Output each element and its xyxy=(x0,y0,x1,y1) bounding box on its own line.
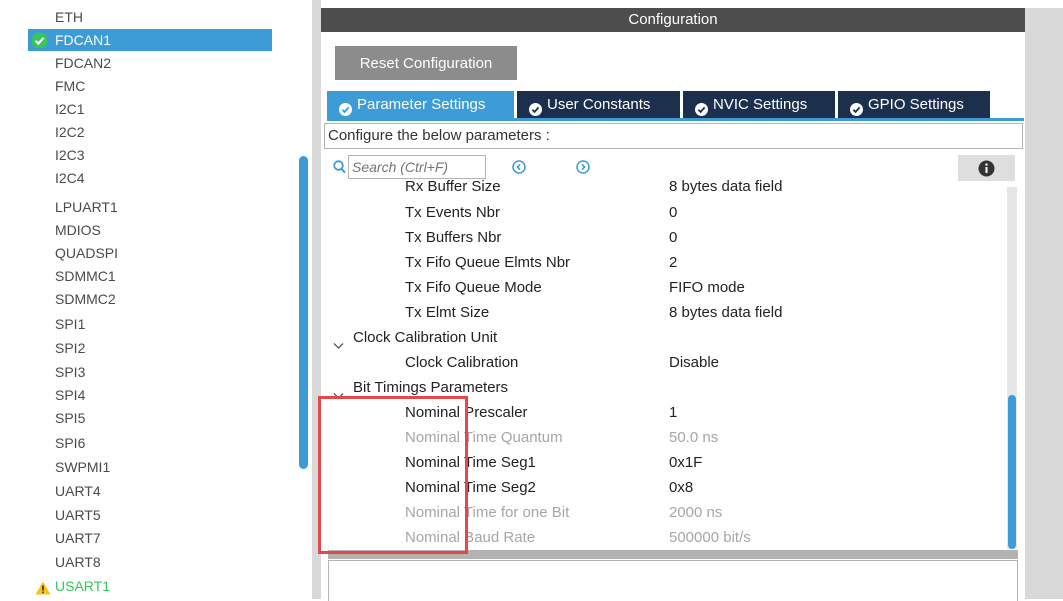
info-icon xyxy=(978,160,995,182)
sidebar-item-eth[interactable]: ETH xyxy=(55,6,83,28)
param-row[interactable]: Clock Calibration Disable xyxy=(321,350,1007,375)
scrollbar-thumb[interactable] xyxy=(1008,395,1016,549)
param-value: 0 xyxy=(669,204,678,221)
sidebar-item-spi6[interactable]: SPI6 xyxy=(55,432,85,454)
param-row[interactable]: Tx Elmt Size 8 bytes data field xyxy=(321,300,1007,325)
tab-gpio-settings[interactable]: GPIO Settings xyxy=(838,91,990,118)
param-label: Rx Buffer Size xyxy=(405,180,501,195)
group-label: Clock Calibration Unit xyxy=(353,329,498,346)
param-row[interactable]: Tx Fifo Queue Mode FIFO mode xyxy=(321,275,1007,300)
check-circle-icon xyxy=(31,32,48,55)
sidebar-item-spi2[interactable]: SPI2 xyxy=(55,337,85,359)
search-icon[interactable] xyxy=(333,160,346,179)
sidebar-item-i2c4[interactable]: I2C4 xyxy=(55,167,85,189)
sidebar-item-fdcan1[interactable]: FDCAN1 xyxy=(28,29,272,51)
sidebar-item-uart8[interactable]: UART8 xyxy=(55,551,101,573)
param-value: 2 xyxy=(669,254,678,271)
parameters-description: Configure the below parameters : xyxy=(324,123,1023,149)
group-clock-calibration-unit[interactable]: Clock Calibration Unit xyxy=(321,325,1007,350)
sidebar-item-uart5[interactable]: UART5 xyxy=(55,504,101,526)
tab-label: Parameter Settings xyxy=(357,96,486,113)
param-value: 50.0 ns xyxy=(669,429,719,446)
reset-configuration-button[interactable]: Reset Configuration xyxy=(335,46,517,80)
warning-triangle-icon xyxy=(35,579,51,601)
configuration-header: Configuration xyxy=(321,8,1025,32)
sidebar-item-spi4[interactable]: SPI4 xyxy=(55,384,85,406)
peripheral-sidebar: ETH FDCAN1 FDCAN2 FMC I2C1 I2C2 I2C3 I2C… xyxy=(0,0,298,599)
sidebar-item-i2c2[interactable]: I2C2 xyxy=(55,121,85,143)
param-label: Tx Buffers Nbr xyxy=(405,229,502,246)
sidebar-item-i2c1[interactable]: I2C1 xyxy=(55,98,85,120)
sidebar-item-usart1[interactable]: USART1 xyxy=(35,575,110,597)
sidebar-item-uart4[interactable]: UART4 xyxy=(55,480,101,502)
sidebar-item-fmc[interactable]: FMC xyxy=(55,75,85,97)
param-value: 8 bytes data field xyxy=(669,180,783,195)
sidebar-item-quadspi[interactable]: QUADSPI xyxy=(55,242,118,264)
param-value: 500000 bit/s xyxy=(669,529,751,546)
parameter-description-box xyxy=(328,560,1018,601)
tab-parameter-settings[interactable]: Parameter Settings xyxy=(327,91,514,118)
right-gutter xyxy=(1025,8,1063,599)
sidebar-item-fdcan2[interactable]: FDCAN2 xyxy=(55,52,111,74)
tab-nvic-settings[interactable]: NVIC Settings xyxy=(683,91,835,118)
param-value: 2000 ns xyxy=(669,504,723,521)
sidebar-item-label: FDCAN1 xyxy=(55,32,112,48)
sidebar-item-sdmmc2[interactable]: SDMMC2 xyxy=(55,288,116,310)
param-value: 8 bytes data field xyxy=(669,304,783,321)
param-label: Clock Calibration xyxy=(405,354,519,371)
search-next-icon[interactable] xyxy=(576,160,590,174)
sidebar-item-label: USART1 xyxy=(55,578,110,594)
param-row[interactable]: Tx Fifo Queue Elmts Nbr 2 xyxy=(321,250,1007,275)
highlight-annotation xyxy=(318,396,468,554)
param-row[interactable]: Rx Buffer Size 8 bytes data field xyxy=(321,180,1007,199)
info-button[interactable] xyxy=(958,155,1015,181)
parameters-scrollbar[interactable] xyxy=(1007,187,1017,549)
search-input[interactable] xyxy=(348,155,486,179)
param-value: 0x1F xyxy=(669,454,703,471)
tab-underline xyxy=(327,118,1024,121)
param-label: Tx Events Nbr xyxy=(405,204,501,221)
sidebar-item-mdios[interactable]: MDIOS xyxy=(55,219,101,241)
param-label: Tx Elmt Size xyxy=(405,304,490,321)
tab-label: User Constants xyxy=(547,96,651,113)
param-value: FIFO mode xyxy=(669,279,745,296)
sidebar-item-lpuart1[interactable]: LPUART1 xyxy=(55,196,118,218)
param-row[interactable]: Tx Events Nbr 0 xyxy=(321,200,1007,225)
sidebar-item-i2c3[interactable]: I2C3 xyxy=(55,144,85,166)
tab-label: GPIO Settings xyxy=(868,96,964,113)
param-label: Tx Fifo Queue Elmts Nbr xyxy=(405,254,571,271)
sidebar-scrollbar[interactable] xyxy=(299,156,308,469)
sidebar-item-uart7[interactable]: UART7 xyxy=(55,527,101,549)
param-row[interactable]: Tx Buffers Nbr 0 xyxy=(321,225,1007,250)
search-previous-icon[interactable] xyxy=(512,160,526,174)
param-value: 0 xyxy=(669,229,678,246)
tab-label: NVIC Settings xyxy=(713,96,808,113)
param-value: Disable xyxy=(669,354,720,371)
sidebar-item-swpmi1[interactable]: SWPMI1 xyxy=(55,456,110,478)
param-value: 0x8 xyxy=(669,479,694,496)
sidebar-item-spi1[interactable]: SPI1 xyxy=(55,313,85,335)
param-value: 1 xyxy=(669,404,678,421)
sidebar-item-spi3[interactable]: SPI3 xyxy=(55,361,85,383)
param-label: Tx Fifo Queue Mode xyxy=(405,279,542,296)
sidebar-item-sdmmc1[interactable]: SDMMC1 xyxy=(55,265,116,287)
sidebar-item-spi5[interactable]: SPI5 xyxy=(55,407,85,429)
tab-user-constants[interactable]: User Constants xyxy=(517,91,680,118)
